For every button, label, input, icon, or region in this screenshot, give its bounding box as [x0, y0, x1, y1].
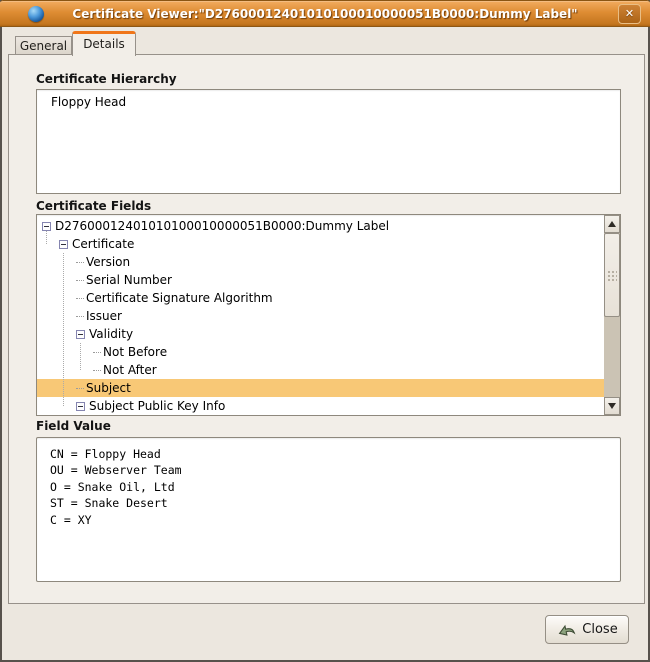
vertical-scrollbar[interactable] — [604, 215, 620, 415]
field-value-box[interactable]: CN = Floppy Head OU = Webserver Team O =… — [36, 437, 621, 582]
titlebar[interactable]: Certificate Viewer:"D2760001240101010001… — [0, 0, 650, 27]
field-value-label: Field Value — [36, 419, 111, 433]
tree-item-label: Version — [86, 253, 130, 271]
tree-connector — [76, 388, 84, 389]
tree-item-label: Subject Public Key Info — [89, 397, 225, 415]
certificate-fields-box: D27600012401010100010000051B0000:Dummy L… — [36, 214, 621, 416]
window-title: Certificate Viewer:"D2760001240101010001… — [50, 1, 600, 27]
scroll-down-button[interactable] — [604, 397, 620, 415]
tree-guide-line — [46, 230, 47, 244]
details-tab-panel: Certificate Hierarchy Floppy Head Certif… — [8, 54, 645, 604]
certificate-hierarchy-list[interactable]: Floppy Head — [36, 89, 621, 194]
tab-general[interactable]: General — [15, 36, 72, 55]
globe-icon — [28, 6, 44, 22]
tree-connector — [76, 316, 84, 317]
tree-item[interactable]: Subject Public Key Info — [37, 397, 604, 415]
tree-item[interactable]: Serial Number — [37, 271, 604, 289]
tree-item-label: Not Before — [103, 343, 167, 361]
tree-guide-line — [80, 343, 81, 370]
tree-item[interactable]: Not After — [37, 361, 604, 379]
tab-details[interactable]: Details — [72, 31, 136, 56]
tree-item-label: D27600012401010100010000051B0000:Dummy L… — [55, 217, 389, 235]
tree-item-label: Subject — [86, 379, 131, 397]
tree-guide-line — [63, 253, 64, 406]
collapse-icon[interactable] — [76, 402, 85, 411]
close-button-label: Close — [582, 622, 617, 637]
tree-connector — [76, 298, 84, 299]
tree-connector — [93, 352, 101, 353]
collapse-icon[interactable] — [59, 240, 68, 249]
certificate-fields-tree: D27600012401010100010000051B0000:Dummy L… — [37, 215, 604, 415]
arrow-down-icon — [608, 403, 616, 409]
certificate-fields-label: Certificate Fields — [36, 199, 151, 213]
arrow-up-icon — [608, 221, 616, 227]
tree-item[interactable]: Not Before — [37, 343, 604, 361]
certificate-hierarchy-label: Certificate Hierarchy — [36, 72, 177, 86]
collapse-icon[interactable] — [76, 330, 85, 339]
collapse-icon[interactable] — [42, 222, 51, 231]
close-arrow-icon — [556, 621, 577, 638]
tree-item-label: Serial Number — [86, 271, 172, 289]
tree-connector — [76, 262, 84, 263]
tree-item-selected[interactable]: Subject — [37, 379, 604, 397]
close-window-button[interactable]: ✕ — [618, 4, 641, 24]
field-value-text: CN = Floppy Head OU = Webserver Team O =… — [37, 438, 620, 528]
tree-item-label: Certificate Signature Algorithm — [86, 289, 273, 307]
certificate-viewer-window: Certificate Viewer:"D2760001240101010001… — [0, 0, 650, 662]
hierarchy-item[interactable]: Floppy Head — [37, 90, 620, 109]
hierarchy-list: Floppy Head — [37, 90, 620, 109]
tree-connector — [93, 370, 101, 371]
tree-item[interactable]: Issuer — [37, 307, 604, 325]
tree-item[interactable]: D27600012401010100010000051B0000:Dummy L… — [37, 217, 604, 235]
tree-item-label: Issuer — [86, 307, 122, 325]
tree-item-label: Not After — [103, 361, 157, 379]
tree-connector — [76, 280, 84, 281]
tree-item-label: Certificate — [72, 235, 134, 253]
tree-item[interactable]: Version — [37, 253, 604, 271]
tree-item[interactable]: Certificate Signature Algorithm — [37, 289, 604, 307]
tree-item[interactable]: Certificate — [37, 235, 604, 253]
scrollbar-thumb[interactable] — [604, 233, 620, 317]
grip-dots-icon — [607, 270, 617, 281]
tree-item[interactable]: Validity — [37, 325, 604, 343]
tree-item-label: Validity — [89, 325, 133, 343]
close-button[interactable]: Close — [545, 615, 629, 644]
scroll-up-button[interactable] — [604, 215, 620, 233]
